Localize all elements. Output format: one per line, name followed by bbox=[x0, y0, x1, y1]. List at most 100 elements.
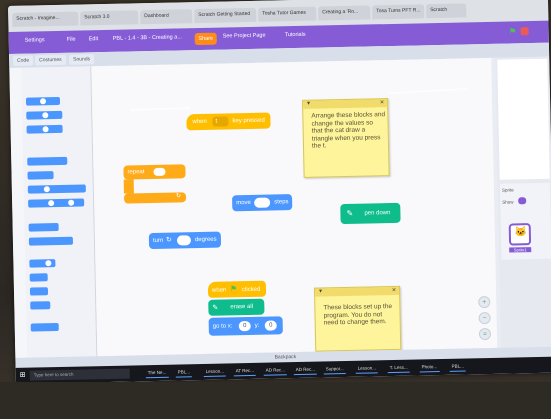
block-label: degrees bbox=[194, 236, 217, 244]
taskbar-item[interactable]: PBL... bbox=[449, 361, 467, 372]
tab-code[interactable]: Code bbox=[13, 55, 34, 66]
goto-x-input[interactable]: 0 bbox=[238, 320, 251, 332]
see-project-page-button[interactable]: See Project Page bbox=[223, 33, 266, 40]
block-label: when bbox=[192, 118, 207, 126]
palette-block[interactable] bbox=[29, 259, 56, 268]
palette-input bbox=[39, 98, 47, 105]
project-title-field[interactable]: PBL - 1.4 - 3B - Creating a... bbox=[113, 34, 182, 41]
go-to-xy-block[interactable]: go to x: 0 y: 0 bbox=[208, 316, 283, 336]
code-workspace[interactable]: when t key pressed repeat ↻ move steps ✎… bbox=[91, 57, 498, 357]
palette-block[interactable] bbox=[27, 171, 54, 180]
erase-all-block[interactable]: ✎ erase all bbox=[208, 298, 265, 316]
sprite-thumbnail[interactable]: 🐱 bbox=[508, 223, 532, 246]
pen-icon: ✎ bbox=[212, 304, 219, 312]
edit-menu[interactable]: Edit bbox=[89, 36, 99, 42]
tutorials-button[interactable]: Tutorials bbox=[285, 32, 306, 38]
move-steps-input[interactable] bbox=[254, 197, 271, 208]
rotate-right-icon: ↻ bbox=[165, 236, 172, 244]
tab-costumes[interactable]: Costumes bbox=[35, 54, 66, 66]
zoom-in-icon[interactable]: + bbox=[478, 295, 491, 309]
zoom-reset-icon[interactable]: = bbox=[478, 327, 492, 341]
close-icon[interactable]: × bbox=[380, 99, 384, 106]
taskbar-item[interactable]: Suppor... bbox=[323, 364, 346, 375]
browser-tab[interactable]: Scratch 3.0 bbox=[80, 10, 139, 26]
monitor-screen: Scratch - Imagine... Scratch 3.0 Dashboa… bbox=[8, 0, 551, 384]
browser-tab[interactable]: Scratch Getting Started bbox=[194, 7, 257, 24]
pen-down-block[interactable]: ✎ pen down bbox=[340, 202, 401, 225]
when-key-pressed-block[interactable]: when t key pressed bbox=[186, 112, 271, 131]
key-dropdown[interactable]: t bbox=[212, 116, 229, 127]
browser-tab[interactable]: Scratch - Imagine... bbox=[12, 11, 79, 27]
sprite-label: Sprite bbox=[501, 187, 514, 193]
taskbar-item[interactable]: Lesson... bbox=[355, 363, 379, 374]
repeat-count-input[interactable] bbox=[153, 167, 166, 176]
palette-input bbox=[43, 186, 50, 193]
move-steps-block[interactable]: move steps bbox=[232, 194, 293, 212]
block-palette[interactable] bbox=[21, 66, 98, 368]
palette-block[interactable] bbox=[27, 156, 68, 166]
taskbar-item[interactable]: PBL... bbox=[175, 367, 193, 378]
note-text: These blocks set up the program. You do … bbox=[323, 303, 393, 327]
palette-block[interactable] bbox=[28, 222, 59, 232]
taskbar-search-input[interactable]: Type here to search bbox=[29, 368, 130, 381]
palette-block[interactable] bbox=[30, 323, 59, 332]
taskbar-item[interactable]: Photo... bbox=[419, 362, 440, 373]
sprite-name: Sprite1 bbox=[509, 247, 532, 253]
repeat-block[interactable]: repeat bbox=[123, 164, 186, 180]
file-menu[interactable]: File bbox=[67, 37, 76, 43]
close-icon[interactable]: × bbox=[392, 287, 396, 294]
browser-tab[interactable]: Tosa Turns PFT R... bbox=[372, 4, 425, 20]
palette-block[interactable] bbox=[25, 96, 61, 106]
browser-tab[interactable]: Tosha Tutor Games bbox=[258, 6, 317, 22]
show-label: Show bbox=[502, 199, 514, 205]
palette-block[interactable] bbox=[28, 236, 74, 246]
stage-canvas[interactable] bbox=[497, 58, 550, 180]
green-flag-icon[interactable]: ⚑ bbox=[508, 26, 516, 37]
when-flag-clicked-block[interactable]: when ⚑ clicked bbox=[207, 280, 267, 298]
stage-area: Sprite Show 🐱 Sprite1 bbox=[495, 56, 551, 348]
note-header: ▼ × bbox=[303, 99, 388, 109]
turn-degrees-input[interactable] bbox=[176, 235, 192, 246]
palette-input bbox=[42, 112, 49, 119]
taskbar-item[interactable]: The Ne... bbox=[145, 367, 169, 379]
palette-block[interactable] bbox=[29, 287, 49, 296]
share-button[interactable]: Share bbox=[194, 32, 217, 46]
palette-input bbox=[42, 126, 49, 133]
block-label: when bbox=[211, 287, 227, 294]
taskbar-item[interactable]: AD Rec... bbox=[263, 365, 288, 376]
block-label: pen down bbox=[364, 210, 391, 217]
comment-note[interactable]: ▼ × These blocks set up the program. You… bbox=[313, 285, 402, 352]
repeat-block-arm bbox=[123, 179, 134, 194]
taskbar-item[interactable]: T. Less... bbox=[387, 362, 410, 374]
taskbar-item[interactable]: Lesson... bbox=[203, 366, 227, 377]
windows-start-icon[interactable]: ⊞ bbox=[20, 371, 26, 379]
palette-block[interactable] bbox=[27, 184, 86, 194]
taskbar-item[interactable]: AT Rec... bbox=[233, 365, 257, 377]
palette-block[interactable] bbox=[29, 273, 48, 282]
browser-tab[interactable]: Creating a 'Ro... bbox=[318, 5, 371, 21]
palette-block[interactable] bbox=[30, 301, 51, 310]
tab-sounds[interactable]: Sounds bbox=[69, 54, 95, 65]
zoom-out-icon[interactable]: − bbox=[478, 311, 491, 325]
note-text: Arrange these blocks and change the valu… bbox=[311, 111, 386, 151]
palette-block[interactable] bbox=[26, 124, 63, 134]
browser-tab[interactable]: Scratch bbox=[426, 3, 467, 19]
block-label: move bbox=[236, 199, 251, 207]
stop-icon[interactable] bbox=[520, 27, 529, 36]
block-label: repeat bbox=[127, 169, 145, 176]
turn-degrees-block[interactable]: turn ↻ degrees bbox=[148, 231, 222, 250]
palette-block[interactable] bbox=[28, 198, 85, 208]
goto-y-input[interactable]: 0 bbox=[264, 320, 277, 331]
taskbar-item[interactable]: AD Rec... bbox=[293, 364, 318, 376]
settings-menu[interactable]: Settings bbox=[25, 37, 45, 43]
block-label: erase all bbox=[230, 303, 254, 311]
cat-sprite-icon: 🐱 bbox=[514, 227, 528, 239]
loop-arrow-icon: ↻ bbox=[175, 193, 182, 200]
collapse-icon[interactable]: ▼ bbox=[306, 101, 311, 107]
comment-note[interactable]: ▼ × Arrange these blocks and change the … bbox=[302, 98, 390, 178]
browser-tab[interactable]: Dashboard bbox=[140, 9, 193, 25]
pen-icon: ✎ bbox=[346, 208, 354, 218]
collapse-icon[interactable]: ▼ bbox=[318, 288, 323, 294]
palette-block[interactable] bbox=[26, 110, 63, 120]
show-eye-icon[interactable] bbox=[518, 197, 527, 205]
